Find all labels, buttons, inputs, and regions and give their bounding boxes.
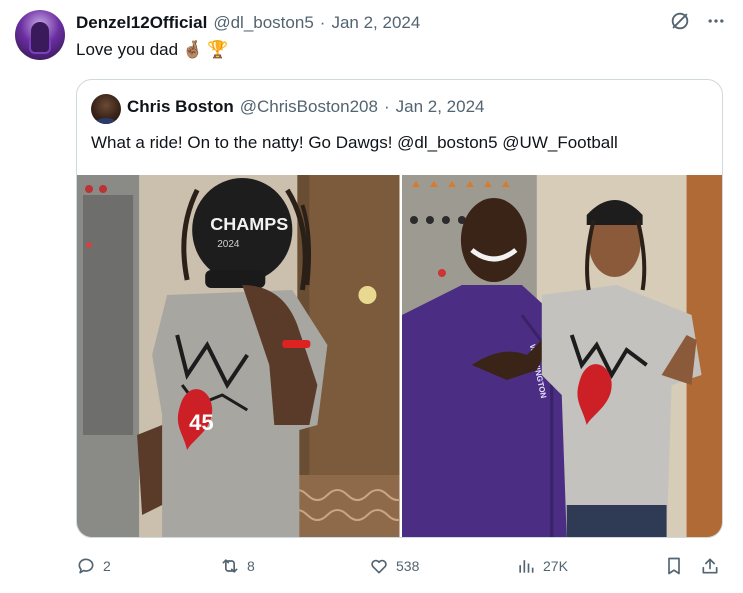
- quoted-date[interactable]: Jan 2, 2024: [396, 97, 485, 117]
- tweet-header: Denzel12Official @dl_boston5 · Jan 2, 20…: [76, 12, 420, 34]
- repost-button[interactable]: 8: [220, 554, 255, 578]
- quoted-tweet[interactable]: Chris Boston @ChrisBoston208 · Jan 2, 20…: [76, 79, 723, 538]
- tweet-date[interactable]: Jan 2, 2024: [331, 13, 420, 33]
- like-icon: [371, 559, 387, 574]
- hat-text: CHAMPS: [210, 214, 288, 234]
- header-actions: [669, 10, 727, 32]
- fingers-crossed-emoji: 🤞🏽: [182, 40, 204, 59]
- quoted-header: Chris Boston @ChrisBoston208 · Jan 2, 20…: [127, 97, 484, 117]
- like-button[interactable]: 538: [369, 554, 419, 578]
- like-count: 538: [396, 558, 420, 574]
- tweet-text: Love you dad 🤞🏽 🏆: [76, 38, 228, 62]
- quoted-author-name[interactable]: Chris Boston: [127, 97, 234, 117]
- grok-icon[interactable]: [669, 10, 691, 32]
- tweet-actions: 2 8 538 27K: [76, 554, 726, 578]
- repost-count: 8: [247, 558, 255, 574]
- views-icon: [519, 560, 534, 573]
- quoted-photos: 45 CHAMPS 2024 WASHINGTON: [77, 175, 722, 537]
- author-name[interactable]: Denzel12Official: [76, 13, 207, 33]
- separator: ·: [319, 13, 326, 32]
- reply-button[interactable]: 2: [76, 554, 111, 578]
- quoted-author-avatar[interactable]: [91, 94, 121, 124]
- quoted-text: What a ride! On to the natty! Go Dawgs! …: [91, 133, 618, 152]
- photo-2[interactable]: WASHINGTON: [401, 175, 722, 537]
- share-icon: [702, 558, 718, 574]
- views-button[interactable]: 27K: [516, 554, 568, 578]
- separator: ·: [383, 97, 390, 116]
- share-button[interactable]: [700, 554, 720, 578]
- trophy-emoji: 🏆: [207, 40, 229, 59]
- views-count: 27K: [543, 558, 568, 574]
- reply-count: 2: [103, 558, 111, 574]
- svg-text:45: 45: [189, 410, 214, 435]
- hat-year: 2024: [217, 239, 240, 250]
- reply-icon: [78, 558, 94, 574]
- bookmark-icon: [668, 557, 680, 575]
- quoted-author-handle[interactable]: @ChrisBoston208: [240, 97, 378, 117]
- author-handle[interactable]: @dl_boston5: [213, 13, 313, 33]
- author-avatar[interactable]: [15, 10, 65, 60]
- photo-1[interactable]: 45 CHAMPS 2024: [77, 175, 400, 537]
- repost-icon: [222, 559, 238, 573]
- more-icon[interactable]: [705, 10, 727, 32]
- tweet[interactable]: Denzel12Official @dl_boston5 · Jan 2, 20…: [0, 0, 743, 593]
- bookmark-button[interactable]: [664, 554, 684, 578]
- tweet-body: Love you dad: [76, 40, 179, 59]
